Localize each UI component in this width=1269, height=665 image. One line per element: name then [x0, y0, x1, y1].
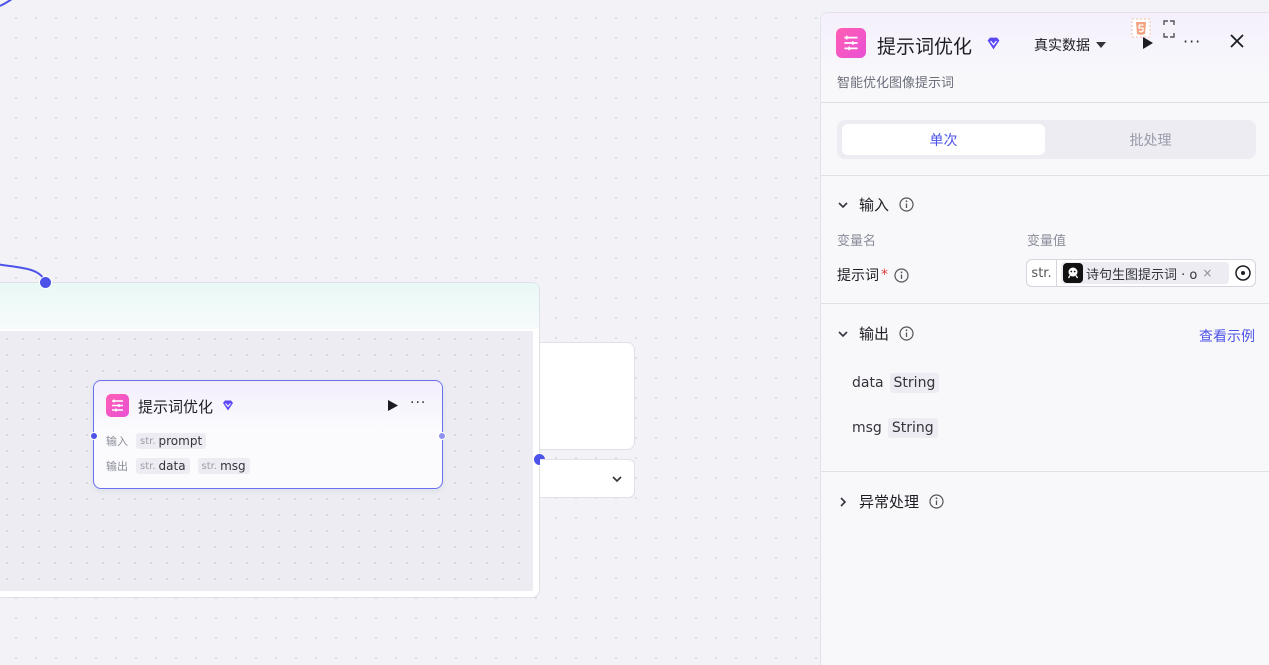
output-field-row: data String [852, 373, 940, 393]
list-app-icon [106, 394, 129, 417]
run-panel-icon[interactable] [1142, 36, 1154, 50]
variable-ref-chip[interactable]: 诗句生图提示词 · o × [1061, 262, 1229, 284]
caret-down-icon [1096, 42, 1106, 48]
type-prefix: str. [140, 460, 156, 472]
tab-single[interactable]: 单次 [842, 124, 1045, 155]
tab-batch[interactable]: 批处理 [1049, 124, 1252, 155]
node-output-port[interactable] [438, 432, 446, 440]
close-icon[interactable] [1229, 33, 1245, 49]
chevron-down-icon [612, 476, 622, 483]
output-param-tag: str. data [136, 458, 190, 474]
loop-group-header [0, 283, 539, 329]
input-param-name: prompt [158, 434, 203, 448]
html5-badge-icon [1131, 18, 1151, 38]
output-param-name: data [158, 459, 186, 473]
variable-picker-icon[interactable] [1234, 264, 1252, 282]
panel-header: 提示词优化 真实数据 ··· 智能优化图像提示词 [821, 13, 1269, 103]
panel-description: 智能优化图像提示词 [837, 76, 955, 91]
output-field-name: msg [852, 420, 882, 436]
prompt-optimize-node[interactable]: 提示词优化 ··· 输入 str. prompt 输出 str. data st… [90, 380, 446, 489]
view-example-link[interactable]: 查看示例 [1199, 326, 1255, 346]
info-icon[interactable] [899, 197, 914, 212]
prompt-field-label: 提示词 * [837, 265, 909, 285]
input-section-title: 输入 [859, 196, 890, 214]
output-field-type: String [887, 418, 938, 438]
required-mark: * [881, 267, 888, 283]
edge-top [0, 0, 13, 7]
chevron-right-icon [840, 496, 847, 507]
output-param-tag: str. msg [197, 458, 250, 474]
chevron-down-icon [838, 330, 848, 337]
gem-icon [223, 400, 233, 411]
bot-avatar-icon [1063, 263, 1083, 283]
output-section-title: 输出 [859, 325, 890, 343]
workflow-canvas[interactable]: 提示词优化 ··· 输入 str. prompt 输出 str. data st… [0, 0, 820, 665]
input-row-label: 输入 [106, 435, 128, 448]
data-mode-label: 真实数据 [1034, 38, 1090, 54]
node-config-panel: 提示词优化 真实数据 ··· 智能优化图像提示词 单次 批处理 输入 变量名 变… [820, 12, 1269, 665]
group-input-port[interactable] [39, 276, 52, 289]
data-mode-dropdown[interactable]: 真实数据 [1034, 35, 1106, 55]
adjacent-node-select[interactable] [540, 459, 635, 498]
panel-title: 提示词优化 [877, 36, 973, 58]
gem-icon [987, 37, 1000, 50]
type-prefix: str. [201, 460, 218, 472]
chevron-down-icon [838, 201, 848, 208]
error-section-title: 异常处理 [859, 493, 920, 511]
info-icon[interactable] [929, 494, 944, 509]
panel-more-icon[interactable]: ··· [1183, 32, 1201, 51]
run-node-icon[interactable] [387, 399, 399, 412]
list-app-icon [836, 28, 866, 58]
col-var-name: 变量名 [837, 234, 877, 249]
output-field-row: msg String [852, 418, 938, 438]
prompt-value-input[interactable]: str. 诗句生图提示词 · o × [1026, 259, 1256, 287]
node-input-port[interactable] [90, 432, 98, 440]
adjacent-node-card[interactable] [540, 342, 635, 450]
output-field-type: String [889, 373, 940, 393]
output-row-label: 输出 [106, 460, 128, 473]
node-output-row: 输出 str. data str. msg [106, 458, 250, 474]
input-section-toggle[interactable]: 输入 [837, 194, 914, 215]
variable-ref-text: 诗句生图提示词 · o [1086, 267, 1198, 283]
node-title: 提示词优化 [138, 398, 214, 416]
info-icon[interactable] [899, 326, 914, 341]
col-var-value: 变量值 [1027, 234, 1067, 249]
field-label-text: 提示词 [837, 268, 879, 284]
more-options-icon[interactable]: ··· [410, 395, 426, 411]
remove-chip-icon[interactable]: × [1202, 266, 1212, 280]
output-field-name: data [852, 375, 884, 391]
output-param-name: msg [220, 459, 246, 473]
expand-icon[interactable] [1162, 19, 1176, 39]
edge-group-in [0, 263, 46, 283]
output-section-toggle[interactable]: 输出 [837, 323, 914, 344]
section-divider [821, 471, 1269, 472]
node-input-row: 输入 str. prompt [106, 433, 207, 449]
section-divider [821, 303, 1269, 304]
value-type-badge: str. [1027, 260, 1057, 286]
section-divider [821, 175, 1269, 176]
error-section-toggle[interactable]: 异常处理 [837, 491, 944, 512]
input-param-tag: str. prompt [136, 433, 207, 449]
run-mode-tabs: 单次 批处理 [837, 120, 1256, 159]
type-prefix: str. [140, 435, 156, 447]
info-icon[interactable] [894, 267, 909, 283]
